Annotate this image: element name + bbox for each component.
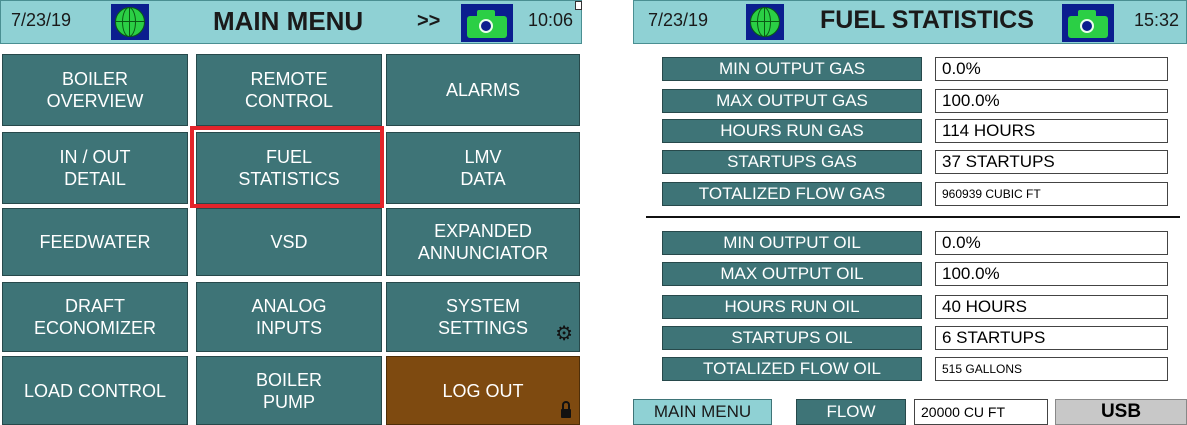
- min-output-oil-value: 0.0%: [935, 231, 1168, 255]
- in-out-detail-button[interactable]: IN / OUT DETAIL: [2, 132, 188, 204]
- startups-gas-label: STARTUPS GAS: [662, 150, 922, 174]
- lock-icon: [561, 401, 571, 418]
- fuel-statistics-screen: 7/23/19 FUEL STATISTICS 15:32 MIN OUTPUT…: [633, 0, 1187, 425]
- keyboard-indicator-icon: [575, 1, 582, 10]
- totalized-flow-gas-label: TOTALIZED FLOW GAS: [662, 182, 922, 206]
- max-output-oil-label: MAX OUTPUT OIL: [662, 262, 922, 286]
- globe-icon[interactable]: [111, 4, 149, 40]
- expanded-annunciator-button[interactable]: EXPANDED ANNUNCIATOR: [386, 208, 580, 276]
- analog-inputs-button[interactable]: ANALOG INPUTS: [196, 282, 382, 352]
- vsd-button[interactable]: VSD: [196, 208, 382, 276]
- log-out-button[interactable]: LOG OUT: [386, 356, 580, 425]
- load-control-button[interactable]: LOAD CONTROL: [2, 356, 188, 425]
- camera-icon[interactable]: [1062, 4, 1114, 42]
- boiler-overview-button[interactable]: BOILER OVERVIEW: [2, 54, 188, 126]
- alarms-button[interactable]: ALARMS: [386, 54, 580, 126]
- fuel-stats-header: 7/23/19 FUEL STATISTICS 15:32: [633, 0, 1187, 44]
- header-time: 10:06: [528, 10, 574, 30]
- remote-control-button[interactable]: REMOTE CONTROL: [196, 54, 382, 126]
- startups-oil-value: 6 STARTUPS: [935, 326, 1168, 350]
- header-time: 15:32: [1134, 10, 1180, 30]
- hours-run-gas-label: HOURS RUN GAS: [662, 119, 922, 143]
- startups-oil-label: STARTUPS OIL: [662, 326, 922, 350]
- system-settings-button[interactable]: SYSTEM SETTINGS ⚙: [386, 282, 580, 352]
- hours-run-oil-value: 40 HOURS: [935, 295, 1168, 319]
- min-output-gas-value: 0.0%: [935, 57, 1168, 81]
- header-date: 7/23/19: [11, 10, 72, 30]
- startups-gas-value: 37 STARTUPS: [935, 150, 1168, 174]
- min-output-gas-label: MIN OUTPUT GAS: [662, 57, 922, 81]
- totalized-flow-oil-value: 515 GALLONS: [935, 357, 1168, 381]
- usb-button[interactable]: USB: [1055, 399, 1187, 425]
- main-menu-screen: 7/23/19 MAIN MENU >> 10:06 BOILER OVERVI…: [0, 0, 582, 425]
- min-output-oil-label: MIN OUTPUT OIL: [662, 231, 922, 255]
- camera-icon[interactable]: [461, 4, 513, 42]
- section-divider: [646, 216, 1180, 218]
- draft-economizer-button[interactable]: DRAFT ECONOMIZER: [2, 282, 188, 352]
- globe-icon[interactable]: [746, 4, 784, 40]
- flow-button[interactable]: FLOW: [796, 399, 906, 425]
- main-menu-button[interactable]: MAIN MENU: [633, 399, 772, 425]
- fuel-statistics-button[interactable]: FUEL STATISTICS: [196, 132, 382, 204]
- gear-icon: ⚙: [555, 323, 573, 345]
- main-menu-header: 7/23/19 MAIN MENU >> 10:06: [0, 0, 582, 44]
- flow-value-field[interactable]: 20000 CU FT: [914, 399, 1048, 425]
- totalized-flow-gas-value: 960939 CUBIC FT: [935, 182, 1168, 206]
- page-title: FUEL STATISTICS: [820, 6, 1034, 34]
- max-output-gas-value: 100.0%: [935, 89, 1168, 113]
- boiler-pump-button[interactable]: BOILER PUMP: [196, 356, 382, 425]
- max-output-oil-value: 100.0%: [935, 262, 1168, 286]
- hours-run-gas-value: 114 HOURS: [935, 119, 1168, 143]
- header-date: 7/23/19: [648, 10, 709, 30]
- totalized-flow-oil-label: TOTALIZED FLOW OIL: [662, 357, 922, 381]
- lmv-data-button[interactable]: LMV DATA: [386, 132, 580, 204]
- hours-run-oil-label: HOURS RUN OIL: [662, 295, 922, 319]
- feedwater-button[interactable]: FEEDWATER: [2, 208, 188, 276]
- max-output-gas-label: MAX OUTPUT GAS: [662, 89, 922, 113]
- next-arrows[interactable]: >>: [417, 10, 440, 33]
- page-title: MAIN MENU: [213, 6, 364, 36]
